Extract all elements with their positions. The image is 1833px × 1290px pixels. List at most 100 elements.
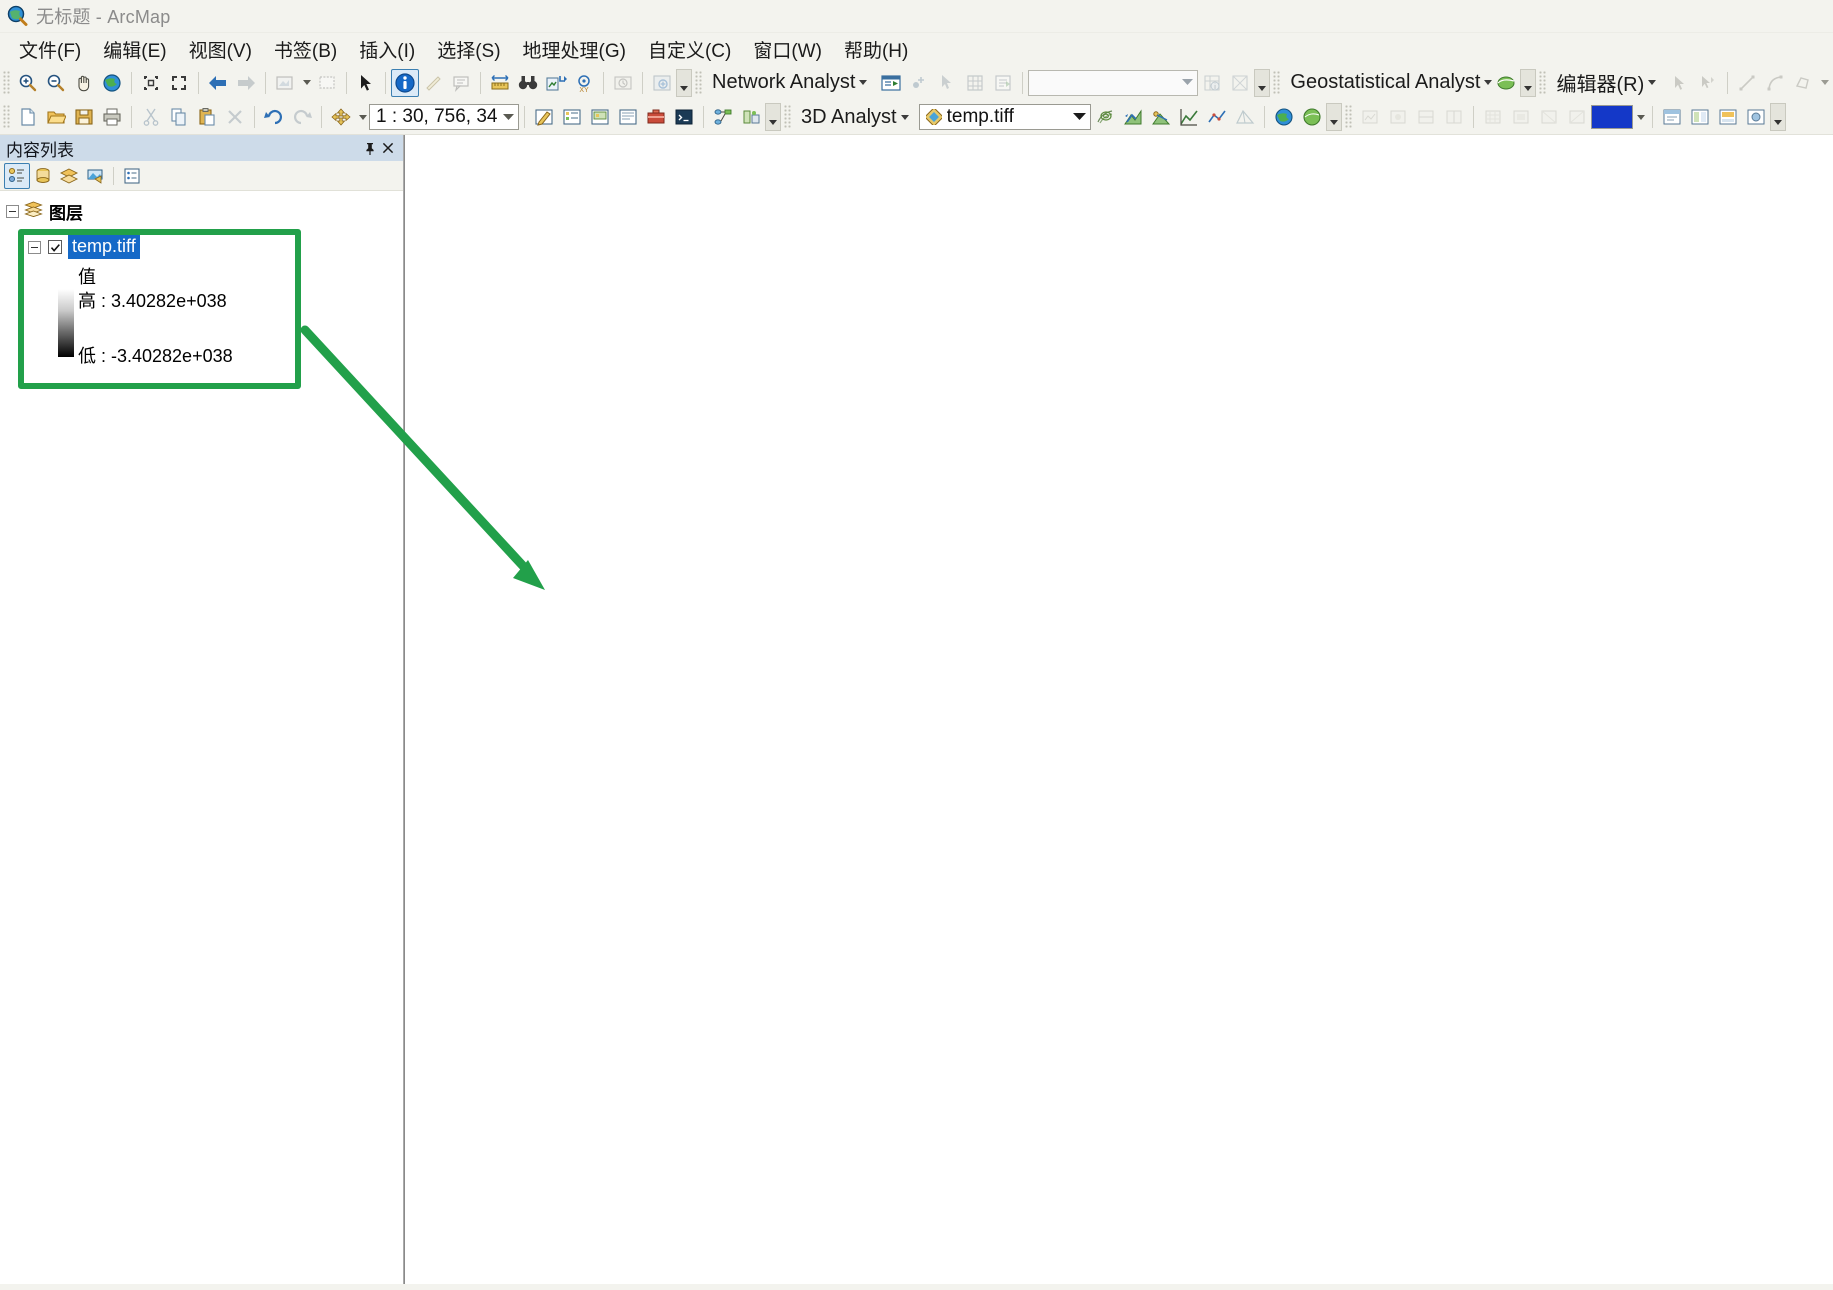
chevron-down-icon[interactable] <box>1070 105 1090 129</box>
save-icon[interactable] <box>70 103 98 131</box>
clear-selection-icon[interactable] <box>313 69 341 97</box>
color-swatch-dropdown[interactable] <box>1633 103 1647 131</box>
fixed-zoom-in-icon[interactable] <box>137 69 165 97</box>
select-elements-arrow-icon[interactable] <box>352 69 380 97</box>
trace-icon[interactable] <box>1789 69 1817 97</box>
earth-icon[interactable] <box>1298 103 1326 131</box>
menu-file[interactable]: 文件(F) <box>8 34 92 65</box>
geostatistical-analyst-chevron-down-icon[interactable] <box>1484 80 1493 85</box>
straight-segment-icon[interactable] <box>1733 69 1761 97</box>
fixed-zoom-out-icon[interactable] <box>165 69 193 97</box>
toc-tree[interactable]: 图层 temp.tiff 值 高 : 3.40282e+038 低 : -3.4… <box>0 191 403 1290</box>
hyperlink-icon[interactable] <box>419 69 447 97</box>
model-builder-icon[interactable] <box>709 103 737 131</box>
list-by-source-icon[interactable] <box>30 163 56 189</box>
table-of-contents-icon[interactable] <box>558 103 586 131</box>
network-analyst-menu-label[interactable]: Network Analyst <box>706 71 857 94</box>
create-tin-icon[interactable] <box>1231 103 1259 131</box>
editor-toolbar-icon[interactable] <box>530 103 558 131</box>
measure-ruler-icon[interactable] <box>486 69 514 97</box>
color-swatch-button[interactable] <box>1590 105 1633 129</box>
map-canvas[interactable] <box>405 135 1833 1290</box>
misc-toolbar-grip[interactable] <box>1344 105 1352 129</box>
contour-icon[interactable] <box>1091 103 1119 131</box>
select-features-dropdown[interactable] <box>299 69 313 97</box>
open-icon[interactable] <box>42 103 70 131</box>
grid4-icon[interactable] <box>1563 103 1591 131</box>
dim2-icon[interactable] <box>1384 103 1412 131</box>
layout2-icon[interactable] <box>1686 103 1714 131</box>
redo-icon[interactable] <box>288 103 316 131</box>
identify-info-icon[interactable] <box>391 68 419 97</box>
add-data-icon[interactable] <box>327 103 355 131</box>
3d-analyst-chevron-down-icon[interactable] <box>900 114 909 120</box>
find-route-icon[interactable] <box>542 69 570 97</box>
dim3-icon[interactable] <box>1412 103 1440 131</box>
undo-icon[interactable] <box>260 103 288 131</box>
select-features-icon[interactable] <box>271 69 299 97</box>
chevron-down-icon[interactable] <box>498 105 518 129</box>
network-analyst-layer-combo[interactable] <box>1028 69 1199 96</box>
zoom-out-icon[interactable] <box>42 69 70 97</box>
interpolate-line-icon[interactable] <box>1203 103 1231 131</box>
python-window-icon[interactable] <box>670 103 698 131</box>
layer-collapse-expander-icon[interactable] <box>28 240 41 254</box>
network-analyst-chevron-down-icon[interactable] <box>859 80 868 85</box>
misc-toolbar-overflow-button[interactable] <box>1769 103 1786 131</box>
map-scale-combo[interactable]: 1 : 30, 756, 341 <box>369 104 519 130</box>
add-data-dropdown[interactable] <box>355 103 369 131</box>
grid3-icon[interactable] <box>1535 103 1563 131</box>
geostatistical-analyst-grip[interactable] <box>1273 70 1281 95</box>
new-map-icon[interactable] <box>14 103 42 131</box>
network-analyst-window-icon[interactable] <box>877 69 905 97</box>
create-location-icon[interactable] <box>905 69 933 97</box>
temp-tiff-layer-entry[interactable]: temp.tiff <box>28 235 140 259</box>
paste-icon[interactable] <box>193 103 221 131</box>
menu-edit[interactable]: 编辑(E) <box>92 34 177 65</box>
toolbar-grip[interactable] <box>3 70 10 95</box>
create-viewer-window-icon[interactable] <box>648 69 676 97</box>
geostatistical-wizard-icon[interactable] <box>1492 69 1520 97</box>
layout3-icon[interactable] <box>1714 103 1742 131</box>
collapse-expander-icon[interactable] <box>6 205 19 218</box>
network-identify-icon[interactable]: i <box>1198 69 1226 97</box>
3d-analyst-menu-label[interactable]: 3D Analyst <box>795 106 899 129</box>
directions-window-icon[interactable] <box>989 69 1017 97</box>
profile-graph-icon[interactable] <box>1175 103 1203 131</box>
select-network-location-icon[interactable] <box>933 69 961 97</box>
network-analyst-overflow-button[interactable] <box>1254 68 1271 97</box>
chevron-down-icon[interactable] <box>1177 71 1197 95</box>
geostatistical-analyst-overflow-button[interactable] <box>1520 68 1537 97</box>
dim1-icon[interactable] <box>1356 103 1384 131</box>
list-by-drawing-order-icon[interactable] <box>4 162 30 189</box>
grid2-icon[interactable] <box>1507 103 1535 131</box>
trace-dropdown[interactable] <box>1817 69 1831 97</box>
menu-insert[interactable]: 插入(I) <box>348 34 426 65</box>
time-slider-icon[interactable] <box>609 69 637 97</box>
line-of-sight-icon[interactable] <box>1147 103 1175 131</box>
3d-analyst-layer-combo[interactable]: temp.tiff <box>918 104 1091 130</box>
list-by-selection-icon[interactable] <box>82 163 108 189</box>
close-icon[interactable] <box>379 138 397 158</box>
arctoolbox-icon[interactable] <box>642 103 670 131</box>
steepest-path-icon[interactable] <box>1119 103 1147 131</box>
edit-annotation-icon[interactable] <box>1694 69 1722 97</box>
globe-icon[interactable] <box>1270 103 1298 131</box>
geostatistical-analyst-menu-label[interactable]: Geostatistical Analyst <box>1284 71 1482 94</box>
menu-view[interactable]: 视图(V) <box>178 34 263 65</box>
editor-menu-label[interactable]: 编辑器(R) <box>1550 68 1646 97</box>
layer-name-label[interactable]: temp.tiff <box>68 235 140 259</box>
menu-customize[interactable]: 自定义(C) <box>637 34 742 65</box>
html-popup-icon[interactable] <box>447 69 475 97</box>
list-by-visibility-icon[interactable] <box>56 163 82 189</box>
3d-analyst-grip[interactable] <box>784 105 791 129</box>
options-icon[interactable] <box>119 163 145 189</box>
zoom-in-icon[interactable] <box>14 69 42 97</box>
layer-visibility-checkbox[interactable] <box>48 240 62 254</box>
editor-grip[interactable] <box>1539 70 1547 95</box>
build-network-icon[interactable] <box>961 69 989 97</box>
network-analyst-grip[interactable] <box>695 70 702 95</box>
network-dataset-icon[interactable] <box>1226 69 1254 97</box>
go-back-extent-icon[interactable] <box>204 69 232 97</box>
end-point-arc-icon[interactable] <box>1761 69 1789 97</box>
